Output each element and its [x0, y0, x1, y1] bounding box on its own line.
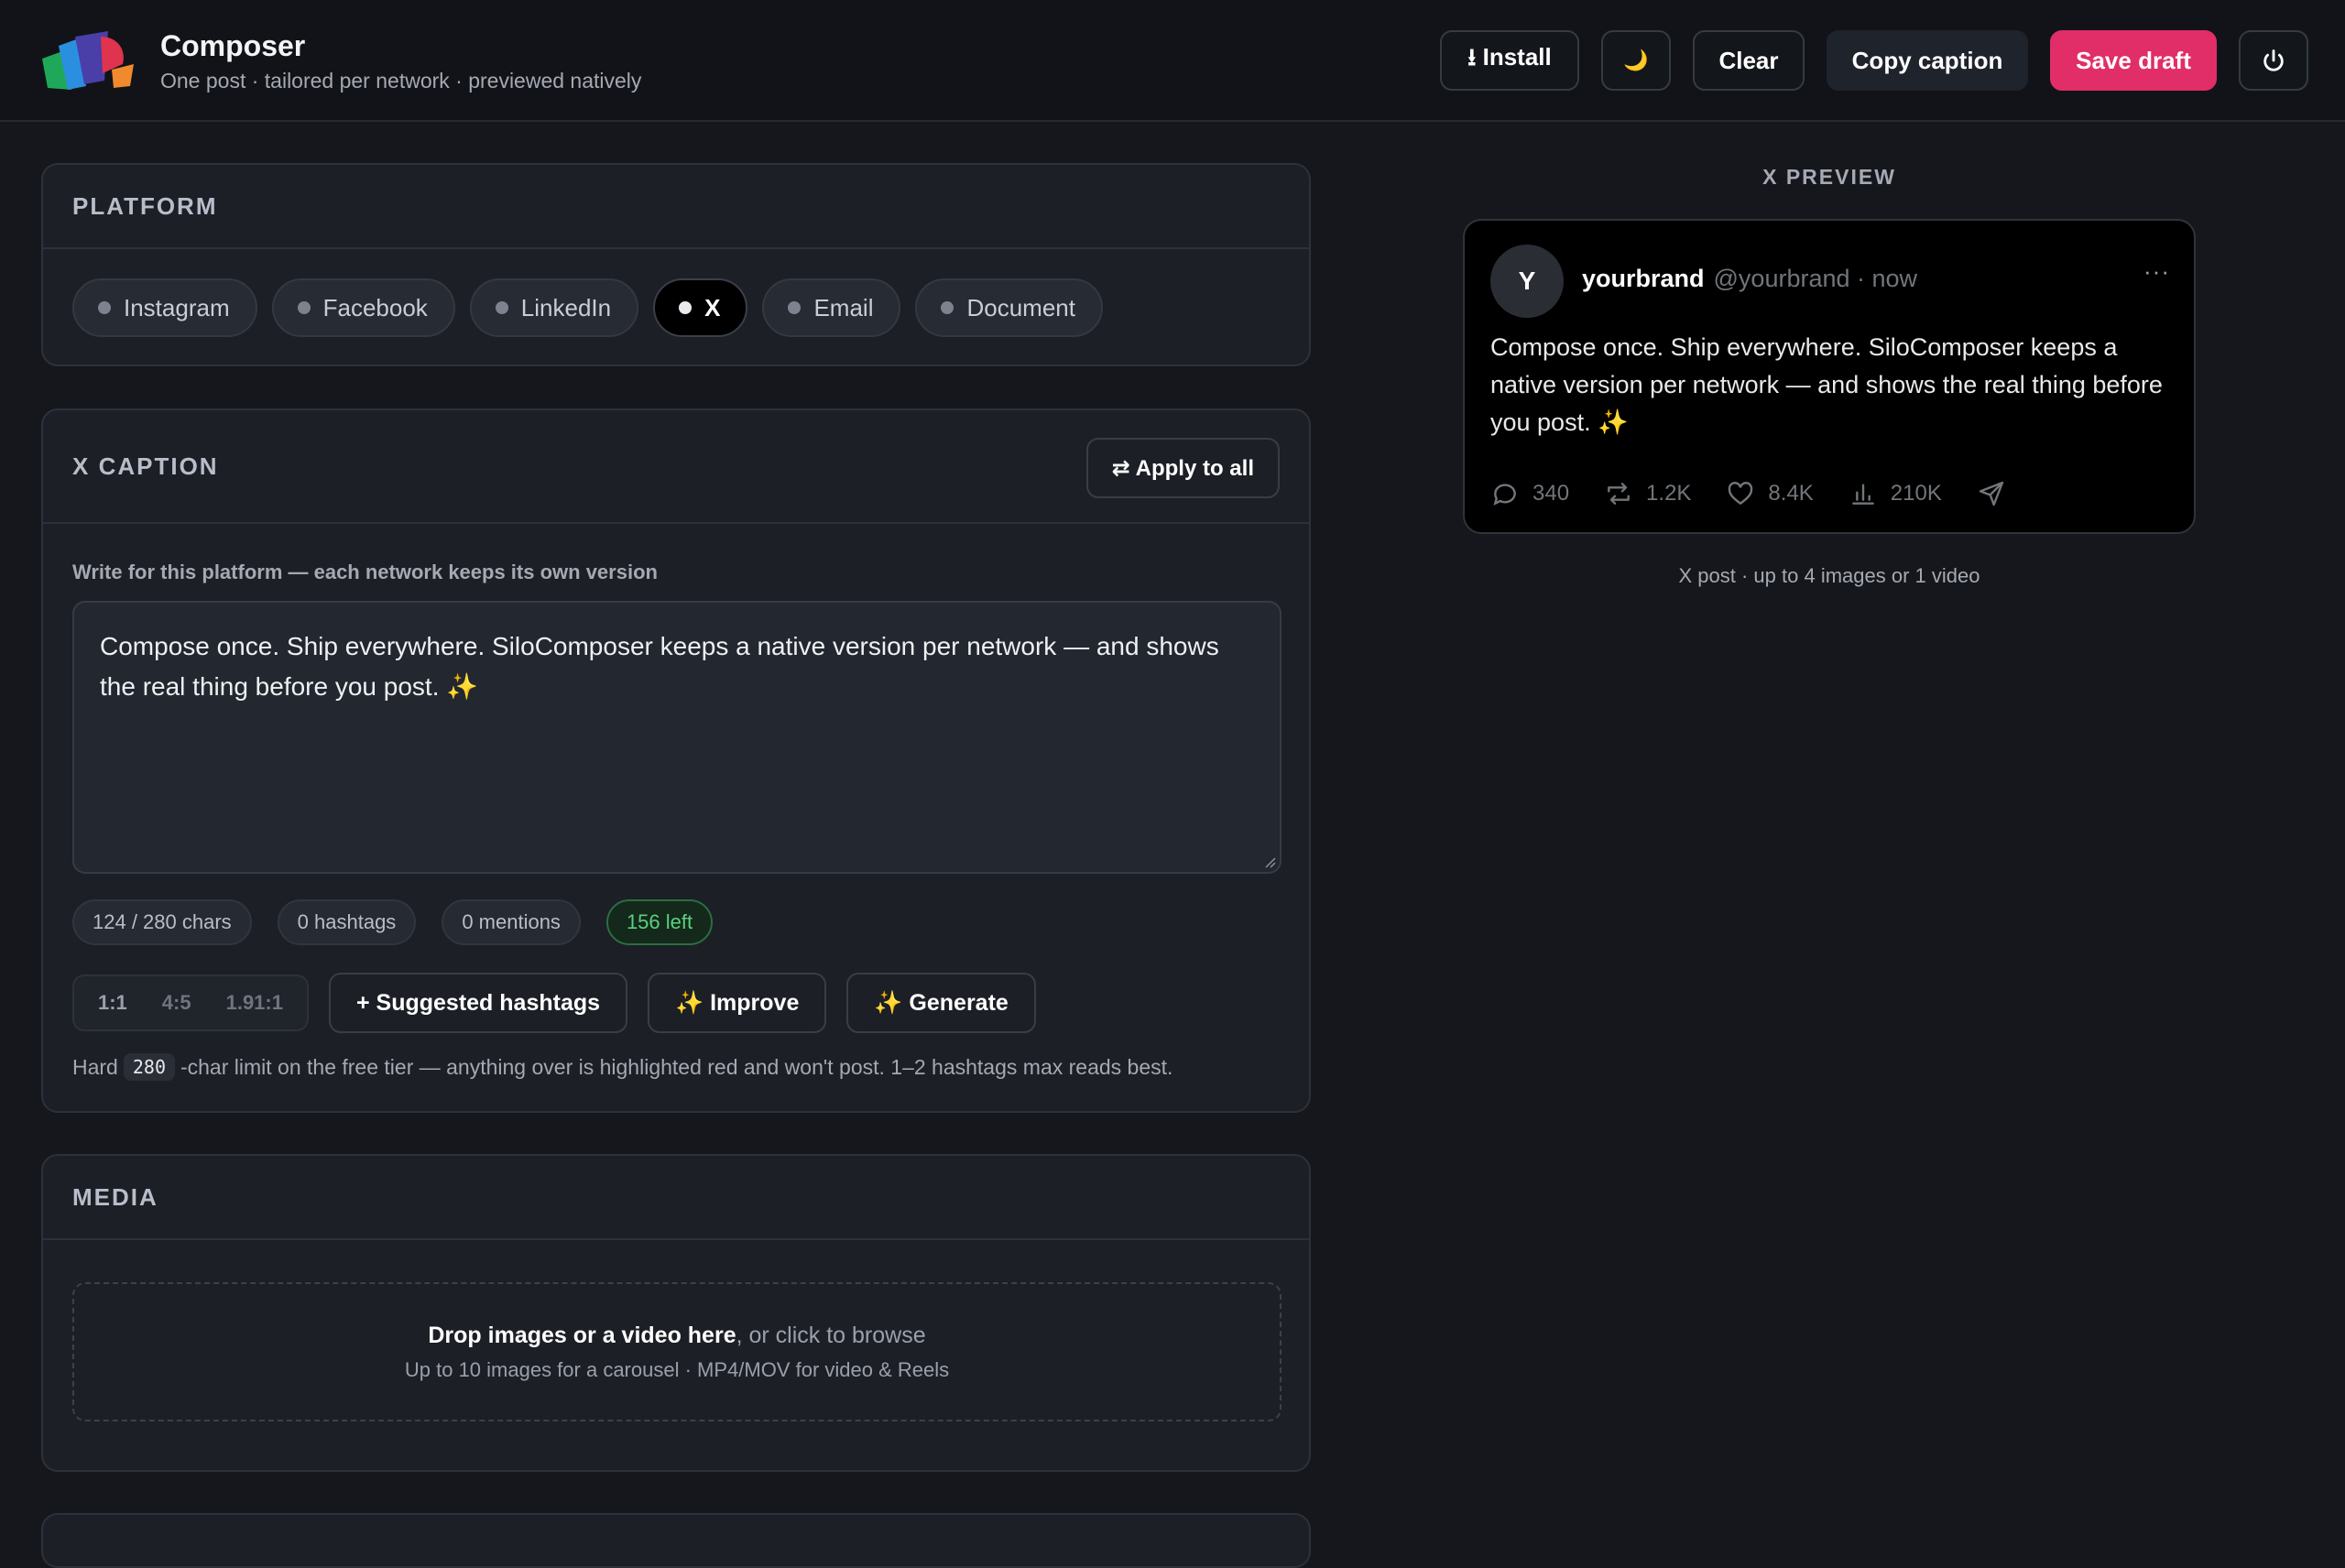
share-action[interactable] — [1977, 479, 2006, 508]
media-dropzone[interactable]: Drop images or a video here, or click to… — [72, 1282, 1282, 1421]
moon-icon: 🌙 — [1623, 49, 1649, 71]
chars-left-badge: 156 left — [605, 899, 714, 945]
account-handle: @yourbrand · now — [1713, 265, 1918, 292]
next-card — [41, 1513, 1311, 1568]
status-dot — [98, 301, 111, 314]
top-bar: Composer One post · tailored per network… — [0, 0, 2345, 122]
preview-title: X PREVIEW — [1762, 165, 1896, 189]
platform-chip-label: X — [704, 293, 721, 321]
reply-icon — [1493, 484, 1516, 506]
like-action[interactable]: 8.4K — [1726, 479, 1814, 508]
ratio-option-1-1[interactable]: 1:1 — [87, 991, 138, 1015]
reply-count: 340 — [1532, 481, 1570, 506]
repost-action[interactable]: 1.2K — [1604, 479, 1691, 508]
app-subtitle: One post · tailored per network · previe… — [160, 69, 642, 93]
generate-button[interactable]: ✨ Generate — [846, 973, 1036, 1033]
mention-count-badge: 0 mentions — [442, 899, 581, 945]
post-body: Compose once. Ship everywhere. SiloCompo… — [1490, 333, 2163, 436]
share-icon — [1979, 481, 2004, 506]
platform-chip-label: LinkedIn — [520, 293, 612, 321]
copy-caption-button[interactable]: Copy caption — [1827, 30, 2028, 91]
save-draft-button[interactable]: Save draft — [2050, 30, 2217, 91]
suggested-hashtags-button[interactable]: + Suggested hashtags — [328, 973, 628, 1033]
caption-actions: 1:1 4:5 1.91:1 + Suggested hashtags ✨ Im… — [72, 973, 1036, 1033]
hashtag-count-badge: 0 hashtags — [277, 899, 417, 945]
platform-chip-label: Instagram — [124, 293, 230, 321]
caption-textarea[interactable]: Compose once. Ship everywhere. SiloCompo… — [72, 601, 1282, 874]
x-post-preview: Y yourbrand @yourbrand · now ··· Compose… — [1463, 219, 2196, 534]
caption-field-label: Write for this platform — each network k… — [72, 561, 658, 583]
ratio-option-4-5[interactable]: 4:5 — [151, 991, 202, 1015]
dropzone-browse: , or click to browse — [736, 1322, 926, 1348]
views-action[interactable]: 210K — [1849, 479, 1942, 508]
account-name: yourbrand — [1582, 265, 1705, 292]
status-dot — [297, 301, 311, 314]
preview-note: X post · up to 4 images or 1 video — [1678, 564, 1980, 587]
platform-chip-instagram[interactable]: Instagram — [72, 278, 257, 337]
status-dot — [941, 301, 954, 314]
theme-toggle-button[interactable]: 🌙 — [1601, 30, 1671, 91]
platform-card: PLATFORM Instagram Facebook LinkedIn X E… — [41, 163, 1311, 366]
status-dot — [495, 301, 508, 314]
reply-action[interactable]: 340 — [1490, 479, 1569, 508]
platform-chip-email[interactable]: Email — [762, 278, 901, 337]
platform-chip-x[interactable]: X — [653, 278, 748, 337]
platform-chip-facebook[interactable]: Facebook — [271, 278, 455, 337]
copy-caption-label: Copy caption — [1851, 46, 2003, 74]
install-label: ⭳ Install — [1467, 43, 1552, 71]
dropzone-text: Drop images or a video here, or click to… — [428, 1323, 925, 1349]
view-count: 210K — [1890, 481, 1942, 506]
platform-title: PLATFORM — [72, 191, 218, 220]
clear-label: Clear — [1718, 46, 1779, 74]
like-count: 8.4K — [1768, 481, 1814, 506]
apply-to-all-label: ⇄ Apply to all — [1111, 455, 1254, 481]
platform-chip-label: Email — [813, 293, 874, 321]
power-icon — [2263, 49, 2284, 71]
caption-card: X CAPTION ⇄ Apply to all Write for this … — [41, 408, 1311, 1113]
heart-icon — [1729, 482, 1753, 506]
caption-text: Compose once. Ship everywhere. SiloCompo… — [100, 632, 1219, 701]
platform-chip-document[interactable]: Document — [915, 278, 1103, 337]
status-dot — [788, 301, 802, 314]
apply-to-all-button[interactable]: ⇄ Apply to all — [1085, 438, 1280, 498]
improve-label: ✨ Improve — [675, 989, 800, 1016]
app-title: Composer — [160, 29, 306, 62]
avatar: Y — [1490, 245, 1564, 318]
generate-label: ✨ Generate — [874, 989, 1009, 1016]
repost-count: 1.2K — [1646, 481, 1692, 506]
platform-chip-linkedin[interactable]: LinkedIn — [469, 278, 639, 337]
platform-card-header: PLATFORM — [43, 165, 1309, 249]
suggested-hashtags-label: + Suggested hashtags — [355, 989, 601, 1016]
repost-icon — [1608, 483, 1630, 505]
media-title: MEDIA — [72, 1182, 158, 1211]
platform-chip-label: Document — [966, 293, 1075, 321]
clear-button[interactable]: Clear — [1693, 30, 1805, 91]
caption-title: X CAPTION — [72, 452, 219, 480]
views-chart-icon — [1851, 484, 1874, 505]
media-card-header: MEDIA — [43, 1156, 1309, 1240]
char-limit-code: 280 — [123, 1053, 175, 1081]
more-options-icon[interactable]: ··· — [2143, 257, 2170, 286]
dropzone-bold: Drop images or a video here — [428, 1322, 736, 1348]
power-button[interactable] — [2239, 30, 2308, 91]
media-card: MEDIA Drop images or a video here, or cl… — [41, 1154, 1311, 1472]
aspect-ratio-group: 1:1 4:5 1.91:1 — [72, 975, 309, 1031]
save-draft-label: Save draft — [2076, 46, 2191, 74]
platform-chip-label: Facebook — [322, 293, 428, 321]
install-button[interactable]: ⭳ Install — [1440, 30, 1579, 91]
status-dot — [679, 301, 693, 314]
caption-stats: 124 / 280 chars 0 hashtags 0 mentions 15… — [72, 899, 714, 945]
platform-selector: Instagram Facebook LinkedIn X Email Docu… — [72, 278, 1103, 337]
hint-suffix: -char limit on the free tier — anything … — [180, 1054, 1173, 1079]
dropzone-subtext: Up to 10 images for a carousel · MP4/MOV… — [404, 1357, 950, 1381]
improve-button[interactable]: ✨ Improve — [648, 973, 827, 1033]
ratio-option-1-91-1[interactable]: 1.91:1 — [215, 991, 294, 1015]
post-actions: 340 1.2K 8.4K 210K — [1490, 479, 2006, 508]
char-count-badge: 124 / 280 chars — [72, 899, 252, 945]
app-logo — [42, 31, 134, 90]
post-header: yourbrand @yourbrand · now — [1582, 265, 1917, 293]
hint-prefix: Hard — [72, 1054, 118, 1079]
resize-handle-icon[interactable] — [1263, 855, 1276, 868]
caption-hint: Hard 280 -char limit on the free tier — … — [72, 1053, 1172, 1081]
